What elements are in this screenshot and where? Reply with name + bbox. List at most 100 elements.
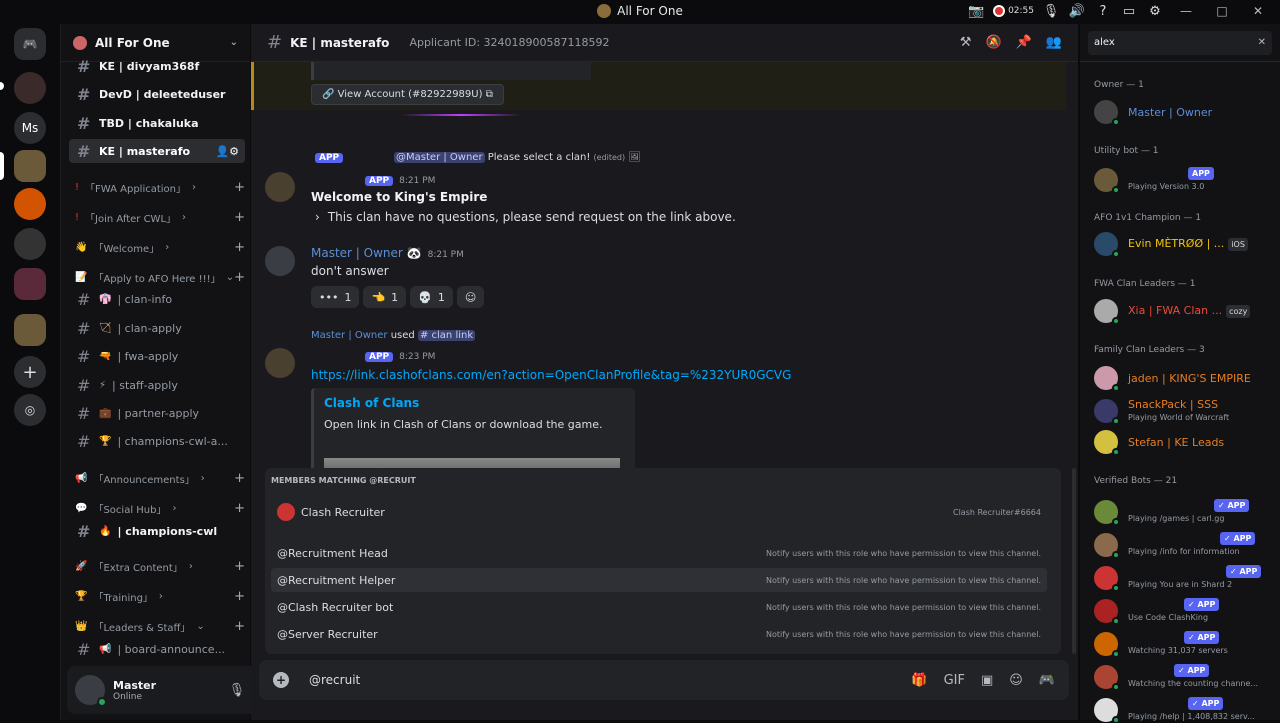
autocomplete-member[interactable]: Clash Recruiter Clash Recruiter#6664	[271, 500, 1047, 524]
member-item[interactable]: Master | Owner	[1094, 100, 1272, 124]
autocomplete-role[interactable]: @Clash Recruiter bot Notify users with th…	[271, 595, 1047, 619]
reaction[interactable]: 💀 1	[410, 286, 453, 308]
member-item[interactable]: jaden | KING'S EMPIRE	[1094, 366, 1272, 390]
member-item[interactable]: Stefan | KE Leads	[1094, 430, 1272, 454]
reaction[interactable]: 👈 1	[363, 286, 407, 308]
channel-champions-cwl-a[interactable]: # 🏆 | champions-cwl-a...	[69, 429, 245, 453]
add-attachment-icon[interactable]: +	[273, 672, 289, 688]
add-channel-icon[interactable]: +	[234, 501, 245, 516]
message-input[interactable]: + @recruit 🎁 GIF ▣ ☺ 🎮	[259, 660, 1069, 700]
channel-staff-apply[interactable]: # ⚡ | staff-apply	[69, 373, 245, 397]
add-channel-icon[interactable]: +	[234, 270, 245, 285]
server-all-for-one[interactable]	[14, 150, 46, 182]
view-account-button[interactable]: 🔗 View Account (#82922989U) ⧉	[311, 84, 504, 105]
channel-clan-info[interactable]: # 👘 | clan-info	[69, 287, 245, 311]
channel-clan-apply[interactable]: # 🏹 | clan-apply	[69, 316, 245, 340]
channel-champions-cwl[interactable]: # 🔥 | champions-cwl	[69, 519, 245, 543]
add-server-icon[interactable]: +	[14, 356, 46, 388]
channel-fwa-apply[interactable]: # 🔫 | fwa-apply	[69, 344, 245, 368]
threads-icon[interactable]: ⚒	[960, 35, 972, 50]
member-item[interactable]: ✓ APP Watching 31,037 servers	[1094, 630, 1272, 657]
channel-item[interactable]: # KE | divyam368f	[69, 54, 245, 78]
invite-settings-icons[interactable]: 👤⚙	[215, 145, 239, 158]
minimize-button[interactable]: —	[1172, 4, 1200, 18]
autocomplete-role-selected[interactable]: @Recruitment Helper Notify users with thi…	[271, 568, 1047, 592]
search-input[interactable]: alex ✕	[1088, 30, 1272, 55]
channel-board-announce[interactable]: # 📢 | board-announce...	[69, 637, 245, 661]
member-item[interactable]: ✓ APP Use Code ClashKing	[1094, 597, 1272, 624]
volume-icon[interactable]: 🔊	[1068, 2, 1086, 20]
settings-icon[interactable]: ⚙	[1146, 2, 1164, 20]
category-apply-afo[interactable]: 📝 「Apply to AFO Here !!!」 ⌄ +	[75, 270, 245, 285]
reaction[interactable]: ••• 1	[311, 286, 360, 308]
maximize-button[interactable]: □	[1208, 4, 1236, 18]
close-icon[interactable]: ✕	[1258, 37, 1266, 48]
window-icon[interactable]: ▭	[1120, 2, 1138, 20]
popup-header: MEMBERS MATCHING @RECRUIT	[271, 476, 416, 485]
server-icon[interactable]	[14, 314, 46, 346]
channel-item-active[interactable]: # KE | masterafo 👤⚙	[69, 139, 245, 163]
avatar[interactable]	[75, 675, 107, 707]
camera-icon[interactable]: 📷	[967, 2, 985, 20]
avatar[interactable]	[265, 246, 295, 276]
add-channel-icon[interactable]: +	[234, 240, 245, 255]
sticker-icon[interactable]: ▣	[981, 673, 993, 688]
help-icon[interactable]: ?	[1094, 2, 1112, 20]
mic-icon[interactable]: 🎙	[1042, 2, 1060, 20]
discord-home-icon[interactable]: 🎮	[14, 28, 46, 60]
add-reaction-icon[interactable]: ☺	[456, 286, 485, 308]
member-item[interactable]: SnackPack | SSS Playing World of Warcraft	[1094, 398, 1272, 424]
member-item[interactable]: ✓ APP Playing You are in Shard 2	[1094, 564, 1272, 591]
add-channel-icon[interactable]: +	[234, 589, 245, 604]
close-button[interactable]: ✕	[1244, 4, 1272, 18]
add-channel-icon[interactable]: +	[234, 210, 245, 225]
add-channel-icon[interactable]: +	[234, 180, 245, 195]
member-item[interactable]: ✓ APP Playing /info for information	[1094, 531, 1272, 558]
mic-icon[interactable]: 🎙	[229, 683, 246, 698]
category-training[interactable]: 🏆 「Training」 › +	[75, 589, 245, 604]
member-item[interactable]: Xia | FWA Clan ... cozy	[1094, 299, 1272, 323]
category-social-hub[interactable]: 💬 「Social Hub」 › +	[75, 501, 245, 516]
reply-preview[interactable]: Master | Owner used # clan link	[311, 330, 476, 341]
embed-title-link[interactable]: Clash of Clans	[324, 396, 625, 410]
channel-partner-apply[interactable]: # 💼 | partner-apply	[69, 401, 245, 425]
members-icon[interactable]: 👥	[1046, 35, 1062, 50]
member-item[interactable]: ✓ APP Playing /games | carl.gg	[1094, 498, 1272, 525]
server-folder-icon[interactable]	[14, 268, 46, 300]
emoji-icon[interactable]: ☺	[1009, 673, 1023, 688]
gif-icon[interactable]: GIF	[944, 673, 965, 688]
add-channel-icon[interactable]: +	[234, 559, 245, 574]
category-fwa-application[interactable]: ! 「FWA Application」 › +	[75, 180, 245, 195]
scrollbar[interactable]	[1072, 468, 1076, 654]
server-icon[interactable]	[14, 72, 46, 104]
server-icon[interactable]	[14, 188, 46, 220]
message-input-text[interactable]: @recruit	[309, 673, 360, 687]
category-welcome[interactable]: 👋 「Welcome」 › +	[75, 240, 245, 255]
avatar[interactable]	[265, 348, 295, 378]
avatar[interactable]	[265, 172, 295, 202]
reply-preview[interactable]: APP @Master | Owner Please select a clan…	[311, 152, 641, 163]
channel-item[interactable]: # DevD | deleeteduser	[69, 82, 245, 106]
add-channel-icon[interactable]: +	[234, 619, 245, 634]
autocomplete-role[interactable]: @Recruitment Head Notify users with this …	[271, 541, 1047, 565]
activity-icon[interactable]: 🎮	[1039, 673, 1055, 688]
gift-icon[interactable]: 🎁	[911, 673, 927, 688]
category-announcements[interactable]: 📢 「Announcements」 › +	[75, 471, 245, 486]
member-item[interactable]: ✓ APP Playing /help | 1,408,832 serv...	[1094, 696, 1272, 723]
pin-icon[interactable]: 📌	[1016, 35, 1032, 50]
category-extra-content[interactable]: 🚀 「Extra Content」 › +	[75, 559, 245, 574]
channel-item[interactable]: # TBD | chakaluka	[69, 111, 245, 135]
member-item[interactable]: ✓ APP Watching the counting channe...	[1094, 663, 1272, 690]
category-leaders-staff[interactable]: 👑 「Leaders & Staff」 ⌄ +	[75, 619, 245, 634]
add-channel-icon[interactable]: +	[234, 471, 245, 486]
server-icon[interactable]	[14, 228, 46, 260]
category-join-cwl[interactable]: ! 「Join After CWL」 › +	[75, 210, 245, 225]
server-ms[interactable]: Ms	[14, 112, 46, 144]
notifications-icon[interactable]: 🔕	[985, 35, 1001, 50]
autocomplete-role[interactable]: @Server Recruiter Notify users with this …	[271, 622, 1047, 646]
member-item[interactable]: APP Playing Version 3.0	[1094, 166, 1272, 193]
recording-indicator[interactable]: 02:55	[993, 5, 1034, 17]
explore-icon[interactable]: ◎	[14, 394, 46, 426]
member-item[interactable]: Evin MÈTRØØ | ... iOS	[1094, 232, 1272, 256]
clan-link[interactable]: https://link.clashofclans.com/en?action=…	[311, 368, 791, 382]
